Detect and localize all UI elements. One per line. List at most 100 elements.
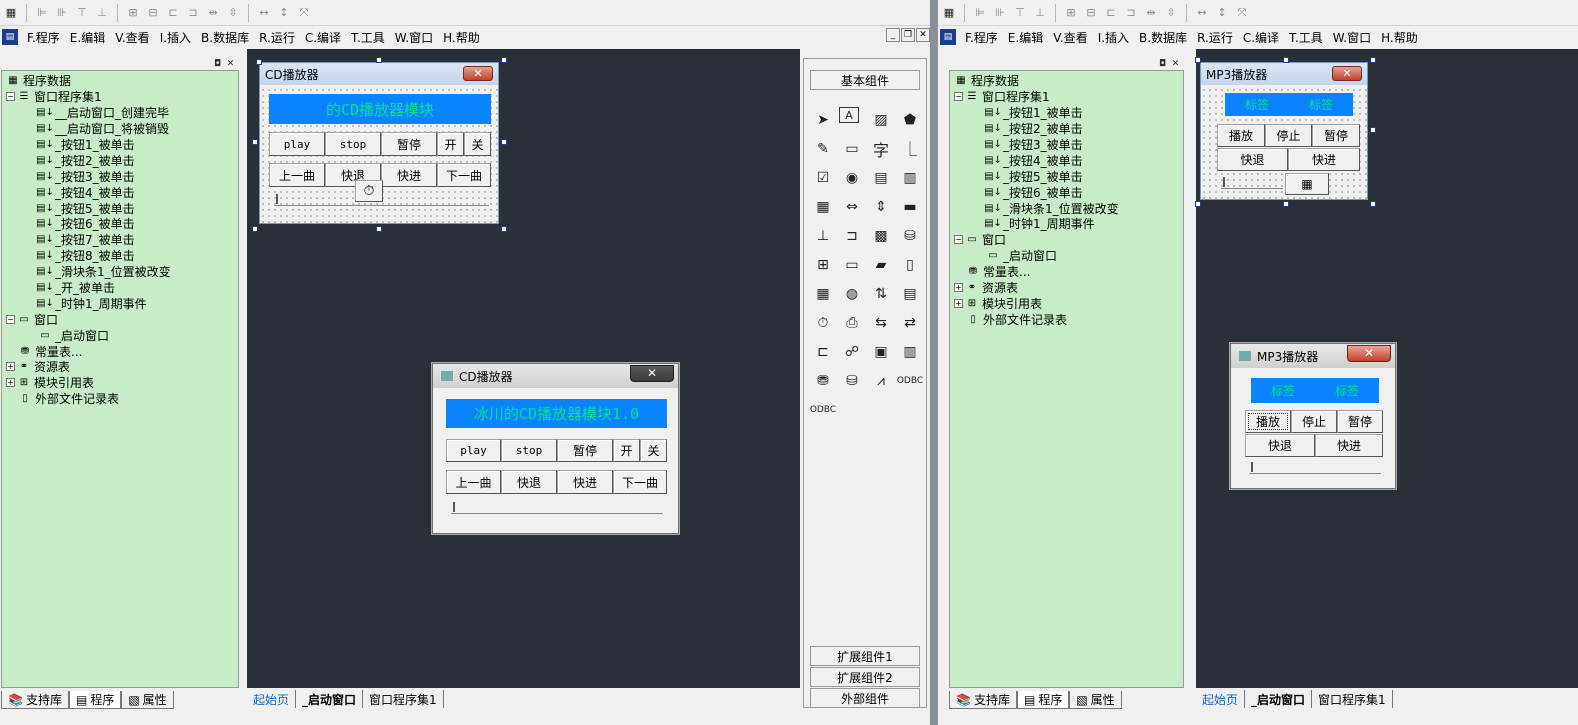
- prev-track-button[interactable]: 上一曲: [269, 163, 325, 187]
- panel-close-icon[interactable]: ✕: [225, 59, 236, 69]
- space-vertical-icon[interactable]: ⇳: [224, 4, 242, 22]
- tree-item[interactable]: ▤↓ _滑块条1_位置被改变: [952, 200, 1183, 216]
- menu-view[interactable]: V.查看: [110, 29, 154, 46]
- printer-icon[interactable]: ⎙: [839, 310, 865, 336]
- menu-tools[interactable]: T.工具: [346, 29, 390, 46]
- tree-item[interactable]: − ☰ 窗口程序集1: [952, 89, 1183, 105]
- pause-button[interactable]: 暂停: [1337, 410, 1383, 433]
- tree-item[interactable]: ▤↓ _按钮7_被单击: [4, 232, 238, 248]
- panel-pin-icon[interactable]: ◘: [1157, 59, 1168, 69]
- resize-both-icon[interactable]: ⤧: [295, 4, 313, 22]
- collapse-icon[interactable]: −: [954, 235, 963, 245]
- forward-button[interactable]: 快进: [557, 470, 613, 494]
- shape-icon[interactable]: ⬟: [897, 107, 923, 133]
- tab-properties[interactable]: ▧ 属性: [121, 691, 174, 709]
- tree-item[interactable]: ▭ _启动窗口: [4, 327, 238, 343]
- tree-item[interactable]: + ⚭ 资源表: [4, 359, 238, 375]
- align-center-icon[interactable]: ⊪: [53, 4, 71, 22]
- expand-icon[interactable]: +: [954, 298, 963, 308]
- port-icon[interactable]: ☍: [839, 339, 865, 365]
- slider-thumb[interactable]: [276, 194, 278, 204]
- grid-icon[interactable]: ⊞: [810, 252, 836, 278]
- menu-run[interactable]: R.运行: [254, 29, 300, 46]
- rewind-button[interactable]: 快退: [501, 470, 557, 494]
- space-horizontal-icon[interactable]: ⇹: [204, 4, 222, 22]
- tab-control-icon[interactable]: ⊐: [839, 223, 865, 249]
- open-button[interactable]: 开: [437, 132, 464, 156]
- radio-icon[interactable]: ◉: [839, 165, 865, 191]
- form-design-area[interactable]: CD播放器 ✕ 的CD播放器模块 play stop 暂停 开 关 上一曲 快退…: [247, 49, 800, 688]
- position-slider[interactable]: [451, 502, 663, 514]
- tree-item[interactable]: + ⚭ 资源表: [952, 280, 1183, 296]
- mdi-restore-button[interactable]: ❐: [901, 28, 915, 42]
- menu-insert[interactable]: I.插入: [1093, 29, 1134, 46]
- tab-startup-window[interactable]: _启动窗口: [296, 690, 364, 708]
- slider-thumb[interactable]: [1223, 177, 1225, 187]
- resize-handle[interactable]: [1283, 201, 1289, 207]
- tree-item[interactable]: ▤↓ _按钮6_被单击: [952, 184, 1183, 200]
- tree-item[interactable]: ▯ 外部文件记录表: [952, 311, 1183, 327]
- align-bottom-icon[interactable]: ⊥: [93, 4, 111, 22]
- tab-start-page[interactable]: 起始页: [247, 690, 297, 708]
- tree-item[interactable]: ▦ 程序数据: [4, 73, 238, 89]
- tab-start-page[interactable]: 起始页: [1196, 690, 1246, 708]
- title-label[interactable]: 的CD播放器模块: [269, 94, 491, 124]
- progress-icon[interactable]: ▬: [897, 194, 923, 220]
- align-bottom-icon[interactable]: ⊥: [1031, 4, 1049, 22]
- resize-handle[interactable]: [1195, 201, 1201, 207]
- toolbar-component-icon[interactable]: ▤: [897, 281, 923, 307]
- tab-startup-window[interactable]: _启动窗口: [1245, 690, 1313, 708]
- dialog-icon[interactable]: ▥: [897, 339, 923, 365]
- tree-item[interactable]: − ▭ 窗口: [952, 232, 1183, 248]
- button-component-icon[interactable]: ▭: [839, 252, 865, 278]
- calendar-icon[interactable]: ▩: [868, 223, 894, 249]
- rewind-button[interactable]: 快退: [1217, 148, 1288, 171]
- tree-item[interactable]: ▤↓ _按钮1_被单击: [4, 137, 238, 153]
- menu-edit[interactable]: E.编辑: [65, 29, 110, 46]
- menu-view[interactable]: V.查看: [1048, 29, 1092, 46]
- same-width-icon[interactable]: ⊏: [1102, 4, 1120, 22]
- resize-width-icon[interactable]: ↔: [255, 4, 273, 22]
- menu-database[interactable]: B.数据库: [196, 29, 254, 46]
- chart-icon[interactable]: ⩘: [868, 368, 894, 394]
- extension-components-2[interactable]: 扩展组件2: [810, 667, 920, 687]
- tree-item[interactable]: ▤↓ _时钟1_周期事件: [952, 216, 1183, 232]
- collapse-icon[interactable]: −: [954, 92, 963, 102]
- mdi-minimize-button[interactable]: _: [886, 28, 900, 42]
- menu-insert[interactable]: I.插入: [155, 29, 196, 46]
- tree-item[interactable]: ▤↓ _按钮8_被单击: [4, 248, 238, 264]
- menu-window[interactable]: W.窗口: [390, 29, 438, 46]
- tree-item[interactable]: ▤↓ _按钮4_被单击: [952, 152, 1183, 168]
- resize-height-icon[interactable]: ↕: [275, 4, 293, 22]
- menu-compile[interactable]: C.编译: [1238, 29, 1284, 46]
- align-left-icon[interactable]: ⊫: [971, 4, 989, 22]
- pointer-icon[interactable]: ➤: [810, 107, 836, 133]
- mp3-player-running-window[interactable]: MP3播放器 ✕ 标签 标签 播放 停止 暂停 快退 快进: [1230, 343, 1396, 489]
- stop-button[interactable]: stop: [325, 132, 381, 156]
- tree-item[interactable]: ⛃ 常量表...: [4, 343, 238, 359]
- play-button[interactable]: 播放: [1217, 124, 1265, 147]
- tree-item[interactable]: ▤↓ _按钮5_被单击: [4, 200, 238, 216]
- mdi-close-button[interactable]: ✕: [916, 28, 930, 42]
- datetime-icon[interactable]: ▦: [810, 281, 836, 307]
- pause-button[interactable]: 暂停: [557, 439, 613, 462]
- menu-run[interactable]: R.运行: [1192, 29, 1238, 46]
- center-vertical-icon[interactable]: ⊟: [144, 4, 162, 22]
- network-server-icon[interactable]: ⇄: [897, 310, 923, 336]
- tab-support-library[interactable]: 📚 支持库: [949, 691, 1017, 709]
- forward-button[interactable]: 快进: [1315, 434, 1383, 457]
- tree-item[interactable]: ▤↓ _按钮3_被单击: [4, 168, 238, 184]
- listbox-icon[interactable]: ▤: [868, 165, 894, 191]
- combo-icon[interactable]: ▥: [897, 165, 923, 191]
- position-slider[interactable]: [274, 194, 489, 206]
- center-horizontal-icon[interactable]: ⊞: [1062, 4, 1080, 22]
- cd-player-design-form[interactable]: CD播放器 ✕ 的CD播放器模块 play stop 暂停 开 关 上一曲 快退…: [256, 59, 499, 224]
- tab-program[interactable]: ▤ 程序: [68, 691, 122, 709]
- align-center-icon[interactable]: ⊪: [991, 4, 1009, 22]
- external-components[interactable]: 外部组件: [810, 688, 920, 708]
- spin-icon[interactable]: ⇅: [868, 281, 894, 307]
- stop-button[interactable]: 停止: [1291, 410, 1337, 433]
- tab-program[interactable]: ▤ 程序: [1016, 691, 1070, 709]
- align-top-icon[interactable]: ⊤: [1011, 4, 1029, 22]
- resize-width-icon[interactable]: ↔: [1193, 4, 1211, 22]
